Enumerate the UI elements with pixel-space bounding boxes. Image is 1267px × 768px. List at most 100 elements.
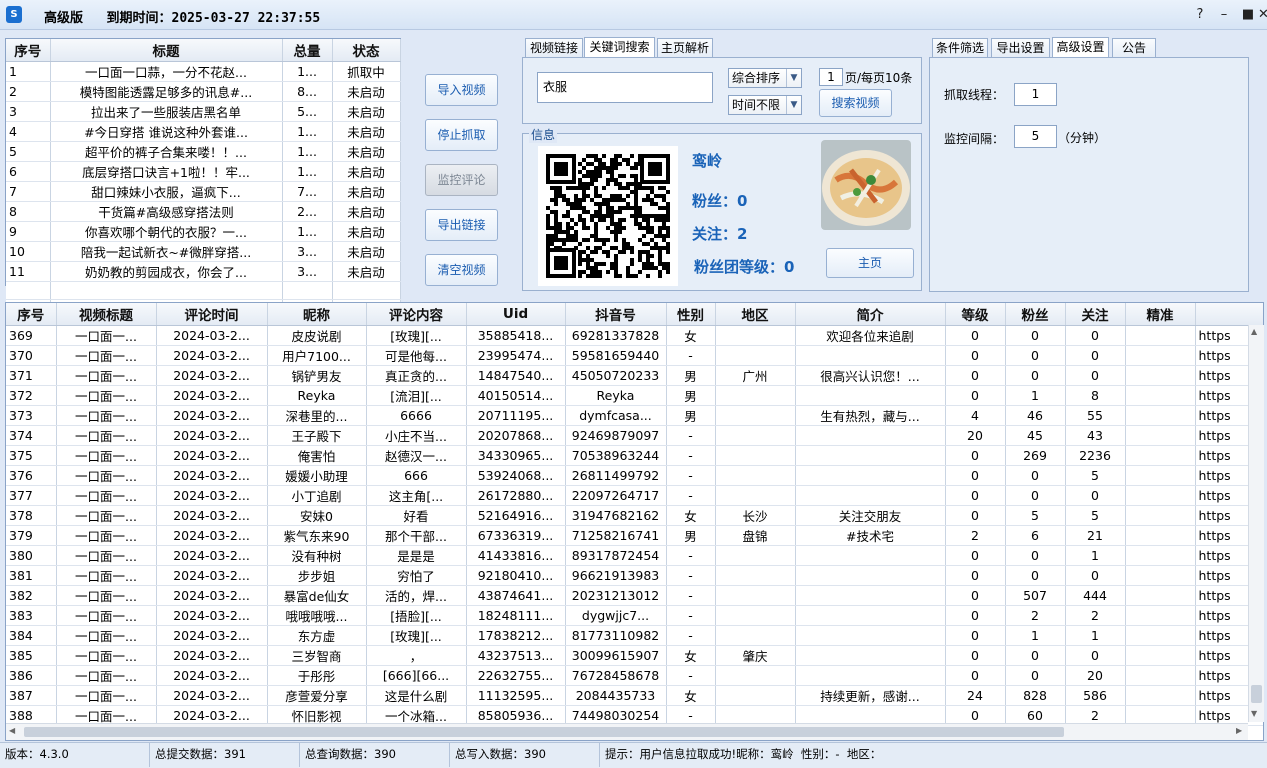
- comment-col-header[interactable]: 评论内容: [366, 303, 467, 326]
- comment-col-header[interactable]: [1195, 303, 1263, 326]
- comment-cell: 安妹0: [267, 505, 367, 526]
- comment-cell: [715, 325, 796, 346]
- comment-cell: 这主角[...: [366, 485, 467, 506]
- comment-col-header[interactable]: 昵称: [267, 303, 367, 326]
- qr-module: [602, 166, 606, 170]
- tab-announcement[interactable]: 公告: [1112, 38, 1156, 58]
- comment-row[interactable]: 384 一口面一... 2024-03-2... 东方虚 [玫瑰][... 1783821…: [6, 625, 1263, 646]
- comment-cell: -: [666, 705, 716, 726]
- qr-module: [650, 266, 654, 270]
- page-input[interactable]: 1: [819, 68, 843, 86]
- video-row[interactable]: 11 奶奶教的剪园成衣，你会了... 3... 未启动: [6, 261, 401, 282]
- stop-scrape-button[interactable]: 停止抓取: [425, 119, 498, 151]
- tab-advanced-settings[interactable]: 高级设置: [1052, 37, 1109, 58]
- comment-col-header[interactable]: 抖音号: [565, 303, 667, 326]
- interval-input[interactable]: 5: [1014, 125, 1057, 148]
- comment-col-header[interactable]: 粉丝: [1005, 303, 1066, 326]
- hscroll-thumb[interactable]: [24, 727, 1064, 737]
- comment-cell: -: [666, 345, 716, 366]
- comment-col-header[interactable]: 序号: [6, 303, 57, 326]
- video-cell: 1: [6, 61, 51, 82]
- video-col-header[interactable]: 标题: [50, 39, 283, 62]
- comment-col-header[interactable]: 简介: [795, 303, 946, 326]
- qr-module: [594, 154, 598, 158]
- comment-col-header[interactable]: 评论时间: [156, 303, 268, 326]
- comment-col-header[interactable]: 精准: [1125, 303, 1196, 326]
- scroll-left-icon[interactable]: ◀: [9, 726, 15, 735]
- qr-module: [622, 246, 626, 250]
- comment-row[interactable]: 387 一口面一... 2024-03-2... 彦萱爱分享 这是什么剧 11132595…: [6, 685, 1263, 706]
- video-row[interactable]: 2 模特图能透露足够多的讯息#... 8... 未启动: [6, 81, 401, 102]
- qr-module: [646, 250, 650, 254]
- vertical-scrollbar[interactable]: ▲ ▼: [1248, 325, 1264, 722]
- scroll-up-icon[interactable]: ▲: [1251, 327, 1257, 336]
- comment-row[interactable]: 373 一口面一... 2024-03-2... 深巷里的... 6666 2071119…: [6, 405, 1263, 426]
- comment-cell: 383: [6, 605, 57, 626]
- comment-cell: 385: [6, 645, 57, 666]
- comment-row[interactable]: 377 一口面一... 2024-03-2... 小丁追剧 这主角[... 2617288…: [6, 485, 1263, 506]
- video-row[interactable]: 8 干货篇#高级感穿搭法则 2... 未启动: [6, 201, 401, 222]
- tab-homepage-parse[interactable]: 主页解析: [657, 38, 713, 58]
- minimize-icon[interactable]: –: [1213, 5, 1235, 25]
- comment-row[interactable]: 380 一口面一... 2024-03-2... 没有种树 是是是 41433816...…: [6, 545, 1263, 566]
- comment-row[interactable]: 374 一口面一... 2024-03-2... 王子殿下 小庄不当... 2020786…: [6, 425, 1263, 446]
- threads-input[interactable]: 1: [1014, 83, 1057, 106]
- qr-module: [634, 194, 638, 198]
- comment-row[interactable]: 379 一口面一... 2024-03-2... 紫气东来90 那个干部... 67336…: [6, 525, 1263, 546]
- comment-row[interactable]: 369 一口面一... 2024-03-2... 皮皮说剧 [玫瑰][... 358854…: [6, 325, 1263, 346]
- comment-col-header[interactable]: 视频标题: [56, 303, 157, 326]
- comment-cell: [玫瑰][...: [366, 325, 467, 346]
- help-icon[interactable]: ?: [1189, 5, 1211, 25]
- comment-col-header[interactable]: 性别: [666, 303, 716, 326]
- comment-row[interactable]: 371 一口面一... 2024-03-2... 锅铲男友 真正贪的... 1484754…: [6, 365, 1263, 386]
- video-row[interactable]: 5 超平价的裤子合集来喽！！... 1... 未启动: [6, 141, 401, 162]
- comment-row[interactable]: 372 一口面一... 2024-03-2... Reyka [流泪][... 40150…: [6, 385, 1263, 406]
- comment-row[interactable]: 383 一口面一... 2024-03-2... 哦哦哦哦... [捂脸][... 182…: [6, 605, 1263, 626]
- comment-row[interactable]: 381 一口面一... 2024-03-2... 步步姐 穷怕了 92180410... 9…: [6, 565, 1263, 586]
- comment-cell: dymfcasa...: [565, 405, 667, 426]
- horizontal-scrollbar[interactable]: ◀ ▶: [6, 723, 1248, 740]
- scroll-down-icon[interactable]: ▼: [1251, 709, 1257, 718]
- time-select[interactable]: 时间不限 ▼: [728, 95, 802, 115]
- export-links-button[interactable]: 导出链接: [425, 209, 498, 241]
- video-row[interactable]: 1 一口面一口蒜，一分不花赵... 1... 抓取中: [6, 61, 401, 82]
- import-video-button[interactable]: 导入视频: [425, 74, 498, 106]
- comment-row[interactable]: 370 一口面一... 2024-03-2... 用户7100... 可是他每... 23…: [6, 345, 1263, 366]
- comment-col-header[interactable]: 地区: [715, 303, 796, 326]
- video-col-header[interactable]: 状态: [332, 39, 401, 62]
- scroll-thumb[interactable]: [1251, 685, 1262, 703]
- comment-row[interactable]: 382 一口面一... 2024-03-2... 暴富de仙女 活的，焊... 43874…: [6, 585, 1263, 606]
- comment-row[interactable]: 375 一口面一... 2024-03-2... 俺害怕 赵德汉一... 34330965…: [6, 445, 1263, 466]
- comment-row[interactable]: 376 一口面一... 2024-03-2... 媛媛小助理 666 53924068..…: [6, 465, 1263, 486]
- qr-module: [602, 262, 606, 266]
- tab-keyword-search[interactable]: 关键词搜索: [584, 37, 655, 58]
- sort-select[interactable]: 综合排序 ▼: [728, 68, 802, 88]
- comment-row[interactable]: 386 一口面一... 2024-03-2... 于彤彤 [666][66... 2263…: [6, 665, 1263, 686]
- video-row[interactable]: 4 #今日穿搭 谁说这种外套谁... 1... 未启动: [6, 121, 401, 142]
- video-row[interactable]: 3 拉出来了一些服装店黑名单 5... 未启动: [6, 101, 401, 122]
- maximize-icon[interactable]: ■: [1237, 5, 1259, 25]
- clear-videos-button[interactable]: 清空视频: [425, 254, 498, 286]
- video-row[interactable]: 10 陪我一起试新衣~#微胖穿搭... 3... 未启动: [6, 241, 401, 262]
- video-row[interactable]: 9 你喜欢哪个朝代的衣服？一... 1... 未启动: [6, 221, 401, 242]
- close-icon[interactable]: ✕: [1258, 5, 1267, 25]
- comment-col-header[interactable]: Uid: [466, 303, 566, 326]
- comment-row[interactable]: 385 一口面一... 2024-03-2... 三岁智商， 43237513... 30…: [6, 645, 1263, 666]
- comment-row[interactable]: 378 一口面一... 2024-03-2... 安妹0 好看 52164916... 31…: [6, 505, 1263, 526]
- video-col-header[interactable]: 总量: [282, 39, 333, 62]
- video-row[interactable]: 6 底层穿搭口诀言+1啦！！牢... 1... 未启动: [6, 161, 401, 182]
- keyword-input[interactable]: 衣服: [537, 72, 713, 103]
- video-row[interactable]: 7 甜口辣妹小衣服，逼疯下... 7... 未启动: [6, 181, 401, 202]
- comment-row[interactable]: 388 一口面一... 2024-03-2... 怀旧影视 一个冰箱... 8580593…: [6, 705, 1263, 726]
- homepage-button[interactable]: 主页: [826, 248, 914, 278]
- tab-video-link[interactable]: 视频链接: [525, 38, 583, 58]
- search-video-button[interactable]: 搜索视频: [819, 89, 892, 117]
- tab-filter[interactable]: 条件筛选: [932, 38, 988, 58]
- scroll-right-icon[interactable]: ▶: [1236, 726, 1242, 735]
- comment-col-header[interactable]: 等级: [945, 303, 1006, 326]
- qr-module: [562, 242, 566, 246]
- monitor-comments-button[interactable]: 监控评论: [425, 164, 498, 196]
- video-col-header[interactable]: 序号: [6, 39, 51, 62]
- comment-col-header[interactable]: 关注: [1065, 303, 1126, 326]
- tab-export-settings[interactable]: 导出设置: [991, 38, 1050, 58]
